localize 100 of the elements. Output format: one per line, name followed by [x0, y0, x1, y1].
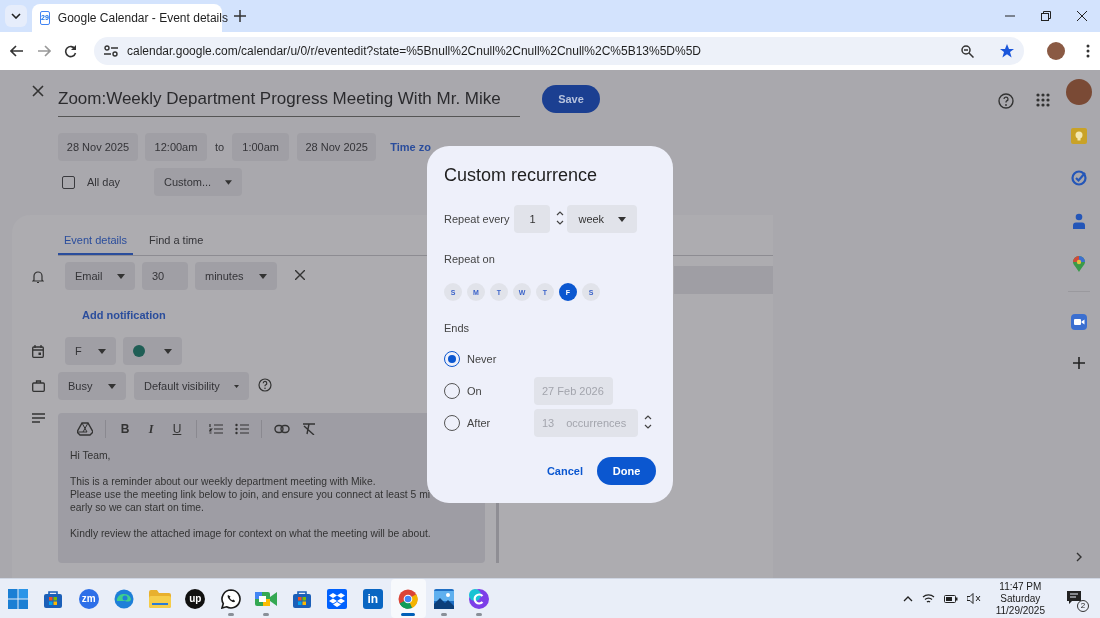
- caret-icon: [117, 273, 125, 279]
- muted-speaker-icon[interactable]: [966, 593, 981, 604]
- cancel-button[interactable]: Cancel: [546, 465, 583, 477]
- time-field[interactable]: 12:00am: [145, 133, 207, 161]
- drive-icon[interactable]: [77, 422, 93, 436]
- method-dropdown[interactable]: Email: [65, 262, 135, 290]
- avatar[interactable]: [1066, 79, 1092, 105]
- unit-dropdown[interactable]: minutes: [195, 262, 277, 290]
- app-icon[interactable]: up: [185, 588, 206, 609]
- plus-icon[interactable]: [234, 10, 246, 22]
- guest-field[interactable]: [674, 266, 773, 294]
- calendar-dropdown[interactable]: F: [65, 337, 116, 365]
- option-label: After: [467, 417, 492, 429]
- italic-button[interactable]: I: [144, 421, 158, 437]
- done-button[interactable]: Done: [597, 457, 656, 485]
- chat-bubble-icon[interactable]: [220, 588, 241, 609]
- taskbar-button[interactable]: in: [355, 579, 391, 618]
- help-icon[interactable]: [258, 378, 272, 392]
- clear-format-icon[interactable]: [302, 423, 316, 435]
- availability-dropdown[interactable]: Busy: [58, 372, 126, 400]
- plus-icon[interactable]: [1073, 357, 1085, 369]
- all-day-label: All day: [87, 176, 121, 188]
- forward-icon[interactable]: [37, 45, 51, 57]
- landscape-icon[interactable]: [433, 588, 454, 609]
- bold-button[interactable]: B: [118, 422, 132, 436]
- spinner-icon[interactable]: [556, 211, 565, 225]
- folder-icon[interactable]: [148, 589, 171, 608]
- restore-icon[interactable]: [1041, 11, 1051, 21]
- caret-icon: [98, 348, 106, 354]
- person-icon[interactable]: [1072, 213, 1086, 229]
- help-icon[interactable]: [998, 93, 1014, 109]
- taskbar-button[interactable]: zm: [71, 579, 107, 618]
- event-title-field[interactable]: Zoom:Weekly Department Progress Meeting With Mr. Mike: [58, 85, 520, 117]
- browser-icon[interactable]: [398, 588, 419, 609]
- caret-icon: [225, 179, 233, 185]
- tab-search-button[interactable]: [5, 5, 27, 27]
- date-text: 11/29/2025: [995, 604, 1045, 617]
- app-icon[interactable]: in: [362, 588, 383, 609]
- numbered-list-icon[interactable]: [209, 423, 223, 435]
- notification-icon[interactable]: [1066, 589, 1082, 606]
- reload-icon[interactable]: [64, 44, 77, 58]
- caret-icon: [108, 383, 116, 389]
- tune-icon: [104, 45, 118, 57]
- option-label: On: [467, 385, 483, 397]
- avatar[interactable]: [1047, 42, 1065, 60]
- apps-icon[interactable]: [1036, 93, 1050, 107]
- amount-field[interactable]: 30: [142, 262, 188, 290]
- star-icon[interactable]: [1000, 44, 1014, 58]
- app-icon[interactable]: [469, 588, 490, 609]
- ends-label: Ends: [444, 322, 471, 334]
- video-camera-icon[interactable]: [1071, 314, 1087, 330]
- recurrence-dropdown[interactable]: Custom...: [154, 168, 243, 196]
- close-icon[interactable]: [32, 85, 44, 97]
- more-icon[interactable]: [1086, 44, 1090, 58]
- interval-field[interactable]: 1: [514, 205, 551, 233]
- time-field[interactable]: 1:00am: [232, 133, 290, 161]
- tab[interactable]: Find a time: [143, 227, 210, 255]
- zoom-icon[interactable]: [961, 44, 974, 58]
- box-icon[interactable]: [327, 588, 348, 609]
- address-bar[interactable]: calendar.google.com/calendar/u/0/r/eventedit?state=%5Bnull%2Cnull%2Cnull%2Cnull%2C%5B13%5D%5D: [94, 37, 1024, 65]
- bulleted-list-icon[interactable]: [235, 423, 249, 435]
- taskbar-button[interactable]: up: [177, 579, 213, 618]
- video-camera-icon[interactable]: [255, 589, 278, 608]
- time-text: 11:47 PM: [999, 580, 1042, 593]
- tab[interactable]: Event details: [58, 227, 133, 255]
- chevron-right-icon[interactable]: [1076, 552, 1082, 562]
- chevron-up-icon[interactable]: [902, 595, 913, 602]
- bag-icon[interactable]: [43, 588, 64, 609]
- description-icon: [31, 413, 45, 423]
- caret-icon: [618, 216, 627, 222]
- swirl-icon[interactable]: [114, 588, 135, 609]
- color-dropdown[interactable]: [123, 337, 182, 365]
- bag-icon[interactable]: [291, 588, 312, 609]
- date-field[interactable]: 28 Nov 2025: [58, 133, 138, 161]
- clock[interactable]: 11:47 PM Saturday 11/29/2025: [995, 580, 1045, 617]
- date-field[interactable]: 28 Nov 2025: [297, 133, 377, 161]
- description-text: Hi Team,: [70, 449, 112, 462]
- check-circle-icon[interactable]: [1071, 170, 1087, 186]
- unit-dropdown[interactable]: week: [567, 205, 638, 233]
- url-text: calendar.google.com/calendar/u/0/r/eventedit?state=%5Bnull%2Cnull%2Cnull%2Cnull%2C%5B13%5D%5D: [127, 44, 701, 58]
- dialog-title: Custom recurrence: [444, 164, 599, 186]
- chevron-down-icon: [11, 13, 21, 19]
- visibility-dropdown[interactable]: Default visibility: [134, 372, 249, 400]
- checkbox[interactable]: [62, 175, 75, 189]
- battery-icon[interactable]: [943, 594, 958, 603]
- time-zone-link[interactable]: Time zo: [390, 141, 431, 153]
- close-icon[interactable]: [1077, 11, 1087, 21]
- back-icon[interactable]: [10, 45, 24, 57]
- map-pin-icon[interactable]: [1073, 256, 1085, 272]
- wifi-icon[interactable]: [921, 593, 935, 604]
- close-icon[interactable]: [295, 270, 305, 280]
- save-button[interactable]: Save: [542, 85, 600, 113]
- add-notification-link[interactable]: Add notification: [82, 309, 166, 321]
- app-icon[interactable]: zm: [78, 588, 99, 609]
- underline-button[interactable]: U: [170, 422, 184, 436]
- spinner-icon[interactable]: [644, 415, 652, 429]
- caret-icon: [233, 383, 239, 389]
- grid-icon[interactable]: [7, 588, 28, 609]
- link-icon[interactable]: [274, 424, 290, 434]
- description-text: Kindly review the attached image for context on what the meeting will be about.: [70, 527, 432, 540]
